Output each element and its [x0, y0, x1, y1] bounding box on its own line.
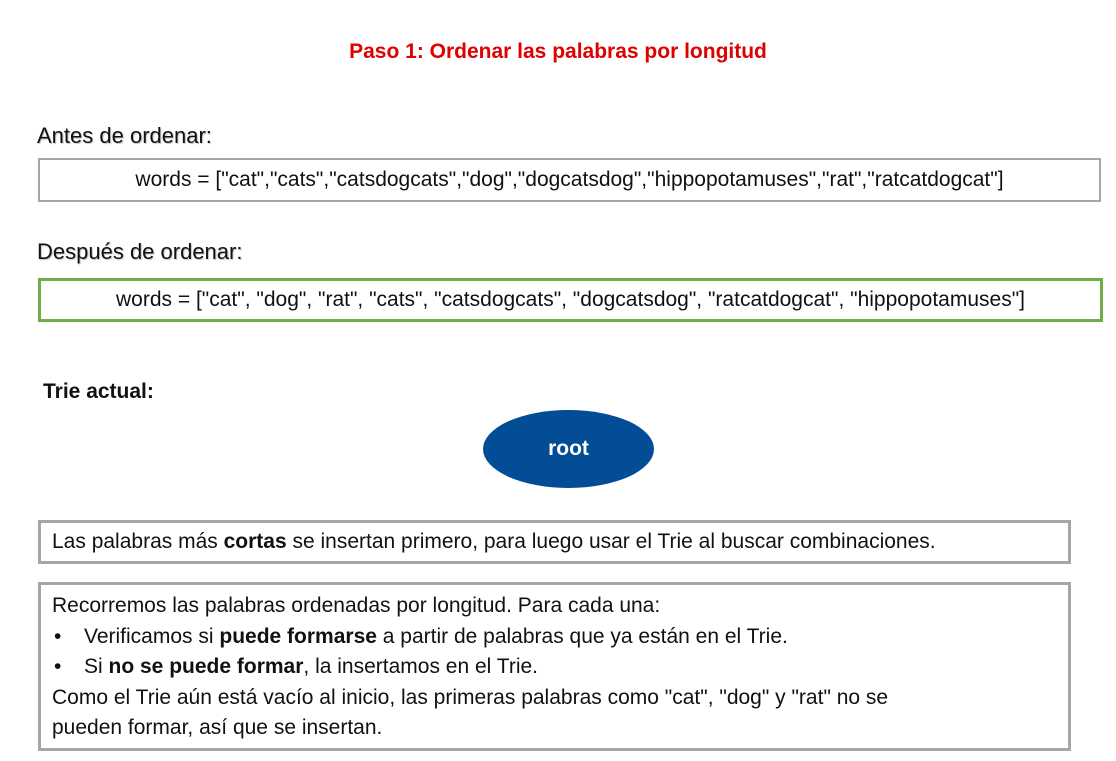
note-box: Las palabras más cortas se insertan prim… [38, 520, 1071, 564]
steps-closing-2: pueden formar, así que se insertan. [52, 716, 383, 739]
bullet-2-bold: no se puede formar [108, 655, 304, 678]
bullet-icon: • [54, 655, 62, 678]
trie-label: Trie actual: [43, 380, 154, 403]
bullet-2-post: , la insertamos en el Trie. [303, 655, 539, 678]
note-text-pre: Las palabras más [52, 530, 224, 553]
after-words-code: words = ["cat", "dog", "rat", "cats", "c… [116, 288, 1025, 311]
page-title: Paso 1: Ordenar las palabras por longitu… [349, 40, 767, 63]
steps-closing-1: Como el Trie aún está vacío al inicio, l… [52, 685, 889, 709]
before-words-code: words = ["cat","cats","catsdogcats","dog… [135, 168, 1004, 191]
after-words-box: words = ["cat", "dog", "rat", "cats", "c… [38, 278, 1103, 322]
bullet-2-pre: Si [84, 655, 109, 678]
steps-bullet-2: • Si no se puede formar, la insertamos en… [52, 652, 1058, 683]
note-text-post: se insertan primero, para luego usar el … [286, 530, 936, 553]
bullet-icon: • [54, 624, 62, 648]
bullet-1-post: a partir de palabras que ya están en el … [376, 624, 788, 648]
after-label: Después de ordenar: [37, 239, 243, 264]
before-label: Antes de ordenar: [37, 123, 212, 148]
steps-box: Recorremos las palabras ordenadas por lo… [38, 582, 1071, 751]
trie-root-node: root [483, 410, 654, 488]
trie-root-label: root [548, 437, 589, 460]
bullet-1-pre: Verificamos si [84, 624, 220, 648]
steps-bullet-1: • Verificamos si puede formarse a partir … [52, 622, 1058, 653]
note-text-bold: cortas [223, 530, 287, 553]
before-words-box: words = ["cat","cats","catsdogcats","dog… [38, 158, 1101, 202]
bullet-1-bold: puede formarse [219, 624, 377, 648]
steps-intro: Recorremos las palabras ordenadas por lo… [52, 594, 661, 617]
